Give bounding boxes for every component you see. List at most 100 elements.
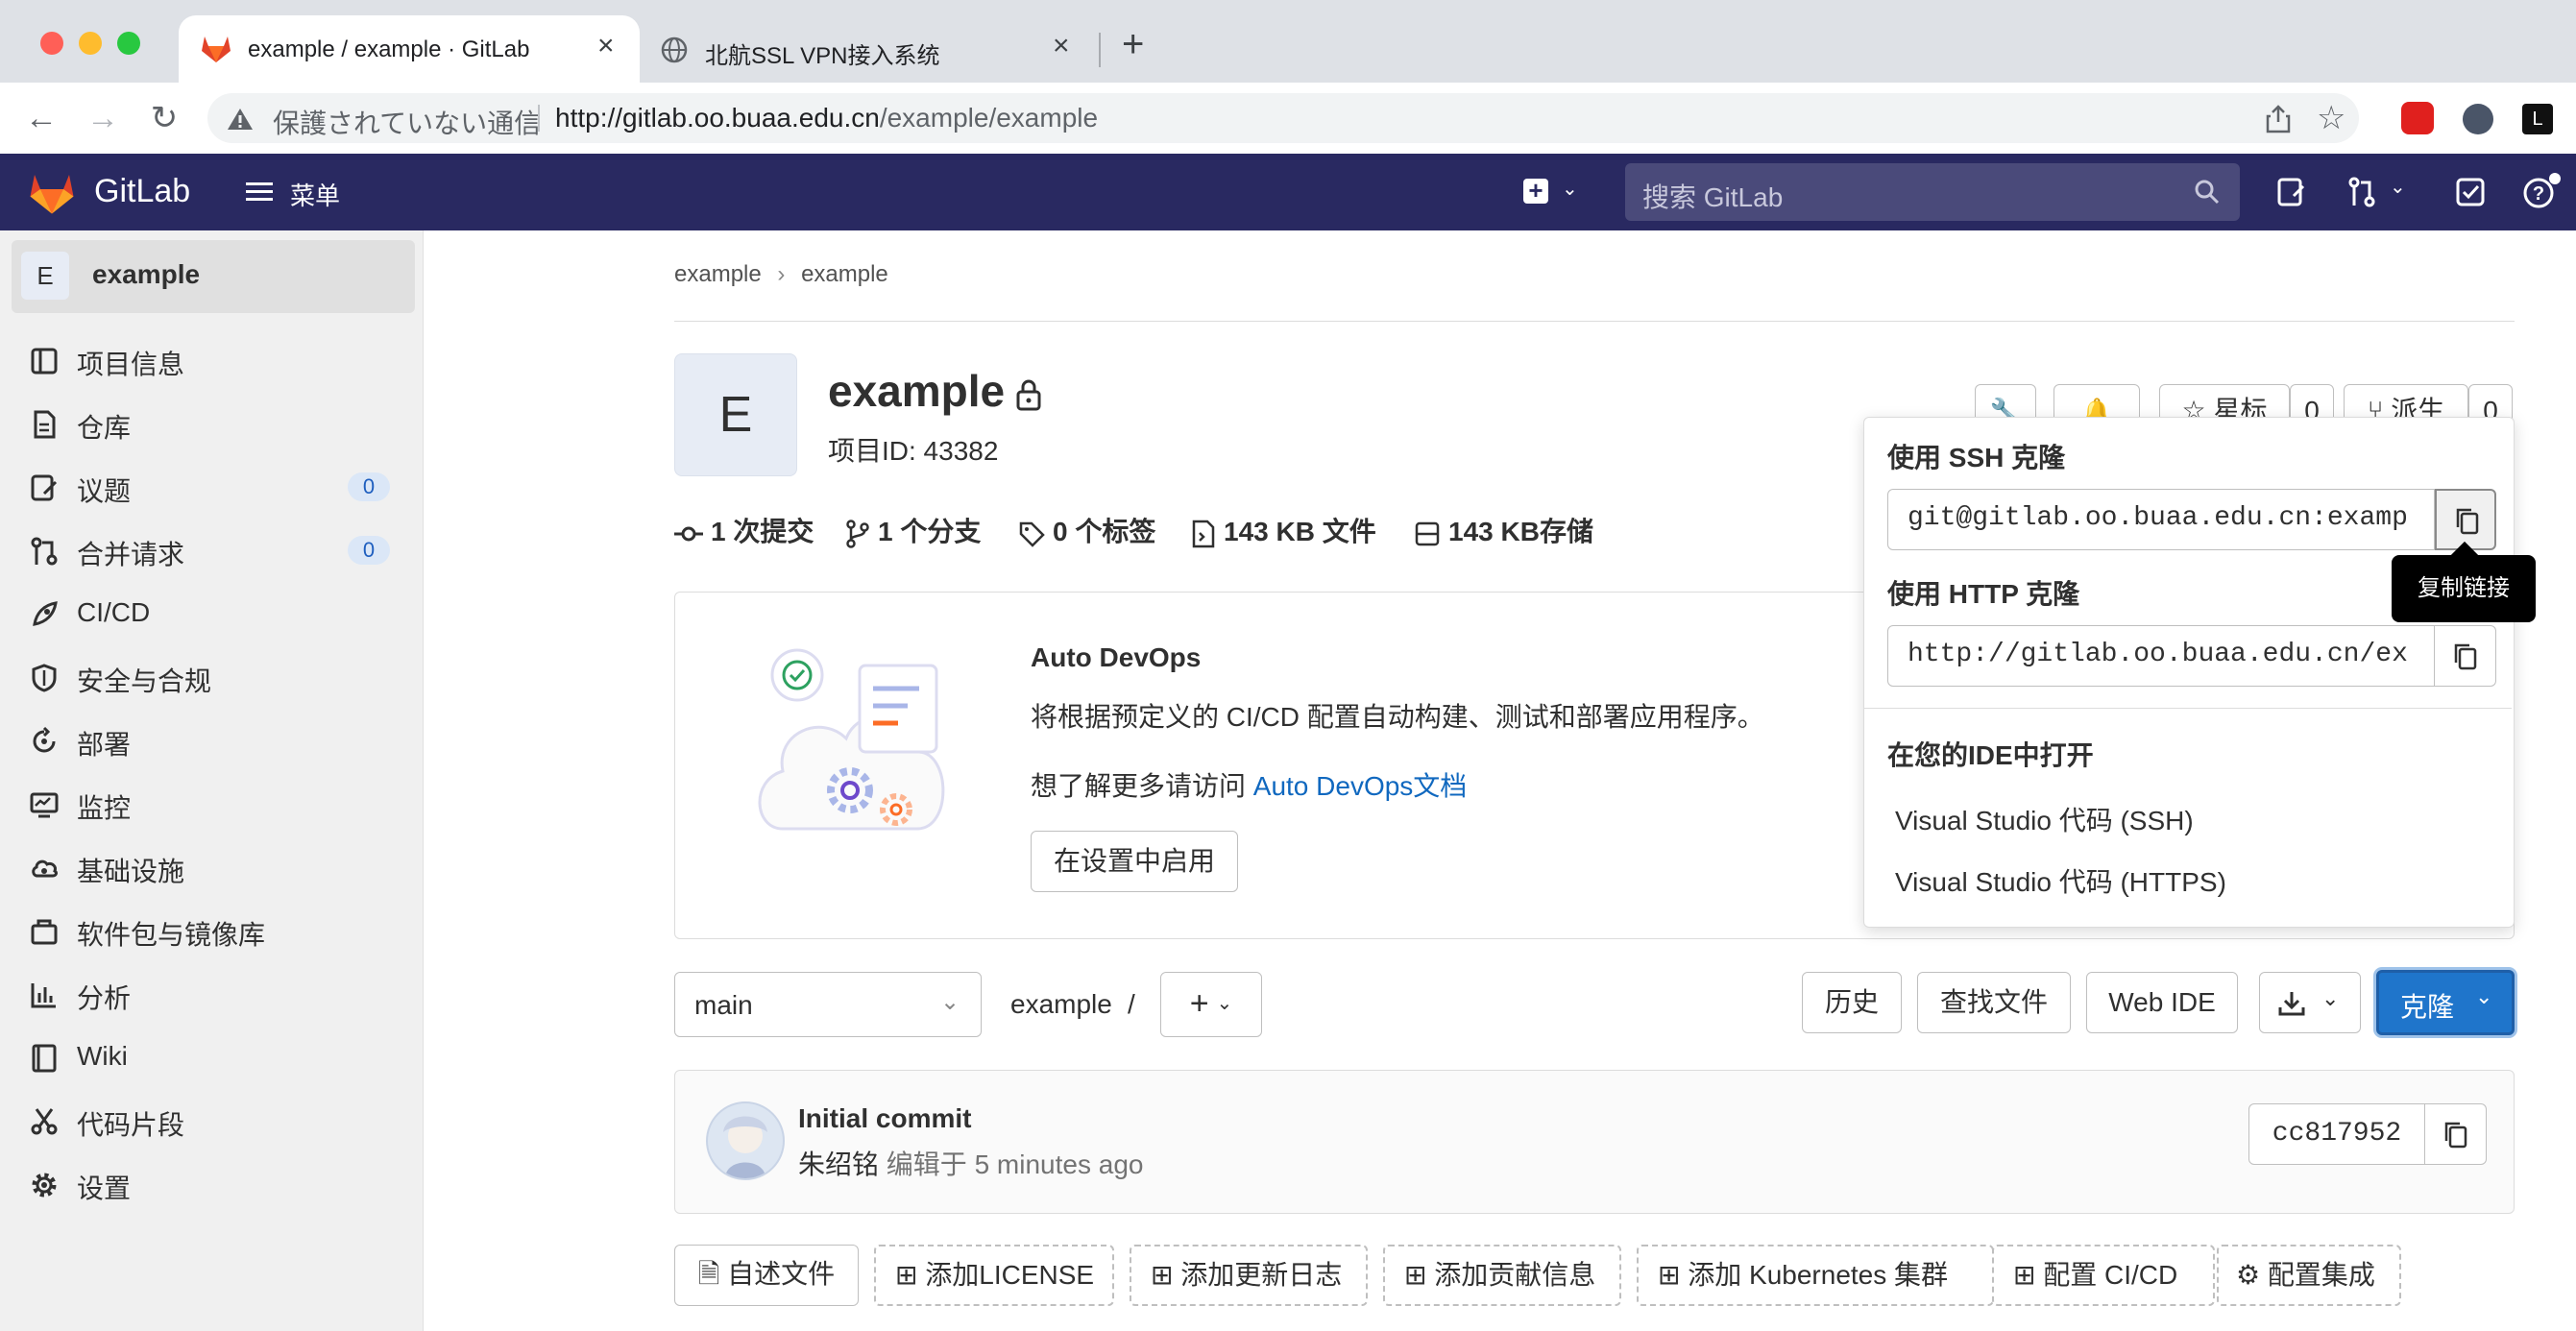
plus-square-icon: ⊞	[1404, 1260, 1427, 1290]
menu-label: 菜单	[290, 182, 341, 210]
breadcrumb-project[interactable]: example	[801, 261, 888, 287]
sidebar-project-header[interactable]: E example	[12, 240, 415, 313]
help-dropdown[interactable]: ?	[2522, 173, 2576, 211]
breadcrumb-group[interactable]: example	[674, 261, 762, 287]
avatar-illustration	[723, 1116, 767, 1178]
sidebar-item-analytics[interactable]: 分析	[0, 964, 423, 1024]
branches-stat[interactable]: 1 个分支	[845, 511, 981, 549]
copy-http-url-button[interactable]	[2435, 625, 2496, 687]
extension-adblock-icon[interactable]	[2401, 102, 2434, 134]
chart-icon	[31, 983, 56, 1008]
share-icon[interactable]	[2265, 105, 2292, 133]
reload-icon[interactable]: ↻	[142, 96, 186, 140]
window-zoom-button[interactable]	[117, 32, 140, 55]
forward-arrow-icon[interactable]: →	[81, 96, 125, 140]
ssh-clone-url-input[interactable]: git@gitlab.oo.buaa.edu.cn:examp	[1887, 489, 2435, 550]
copy-ssh-url-button[interactable]	[2435, 489, 2496, 550]
project-id: 项目ID: 43382	[828, 436, 999, 466]
tab-vpn[interactable]: 北航SSL VPN接入系统 ×	[649, 15, 1099, 83]
create-new-dropdown[interactable]: + ⌄	[1523, 173, 1587, 211]
commit-sha[interactable]: cc817952	[2248, 1103, 2425, 1165]
sidebar-item-snippets[interactable]: 代码片段	[0, 1091, 423, 1150]
window-close-button[interactable]	[40, 32, 63, 55]
new-tab-button[interactable]: +	[1122, 23, 1144, 65]
sidebar-item-repository[interactable]: 仓库	[0, 394, 423, 453]
commits-count: 1 次提交	[711, 517, 814, 546]
breadcrumb: example › example	[674, 261, 888, 288]
commit-title[interactable]: Initial commit	[798, 1103, 971, 1134]
sidebar-item-security[interactable]: 安全与合规	[0, 647, 423, 707]
todo-checkbox-icon[interactable]	[2455, 177, 2486, 207]
gitlab-brand[interactable]: GitLab	[94, 173, 190, 210]
enable-in-settings-button[interactable]: 在设置中启用	[1031, 831, 1238, 892]
configure-integrations-button[interactable]: ⚙ 配置集成	[2217, 1245, 2401, 1306]
sidebar-item-project-info[interactable]: 项目信息	[0, 330, 423, 390]
sidebar-item-monitor[interactable]: 监控	[0, 774, 423, 834]
commits-stat[interactable]: 1 次提交	[674, 511, 814, 549]
author-avatar[interactable]	[706, 1101, 785, 1180]
web-ide-button[interactable]: Web IDE	[2086, 972, 2238, 1033]
tab-close-icon[interactable]: ×	[597, 29, 615, 63]
add-contributing-button[interactable]: ⊞ 添加贡献信息	[1383, 1245, 1621, 1306]
branch-select[interactable]: main ⌄	[674, 972, 982, 1037]
download-dropdown[interactable]: ⌄	[2259, 972, 2361, 1033]
files-stat[interactable]: 143 KB 文件	[1191, 511, 1376, 549]
plus-square-icon: ⊞	[1151, 1260, 1174, 1290]
sidebar-item-label: 代码片段	[77, 1110, 185, 1140]
tag-icon	[1019, 521, 1045, 547]
extension-l-icon[interactable]: L	[2522, 104, 2553, 134]
open-vscode-https-item[interactable]: Visual Studio 代码 (HTTPS)	[1895, 861, 2226, 900]
sidebar-item-wiki[interactable]: Wiki	[0, 1028, 423, 1087]
address-bar[interactable]: 保護されていない通信 http://gitlab.oo.buaa.edu.cn/…	[207, 93, 2359, 143]
tags-stat[interactable]: 0 个标签	[1018, 511, 1155, 549]
browser-tab-bar: example / example · GitLab × 北航SSL VPN接入…	[0, 0, 2576, 83]
sidebar-item-merge-requests[interactable]: 合并请求 0	[0, 520, 423, 580]
history-button[interactable]: 历史	[1802, 972, 1902, 1033]
branches-count: 1 个分支	[878, 517, 982, 546]
sidebar-item-settings[interactable]: 设置	[0, 1154, 423, 1214]
chevron-down-icon: ⌄	[940, 989, 960, 1015]
add-license-button[interactable]: ⊞ 添加LICENSE	[874, 1245, 1114, 1306]
storage-stat[interactable]: 143 KB存储	[1414, 511, 1593, 549]
back-arrow-icon[interactable]: ←	[19, 96, 63, 140]
merge-requests-nav-dropdown[interactable]: ⌄	[2347, 175, 2415, 209]
sidebar-item-label: Wiki	[77, 1041, 128, 1071]
add-license-label: 添加LICENSE	[925, 1260, 1095, 1290]
issues-nav-icon[interactable]	[2276, 177, 2307, 207]
http-clone-url-input[interactable]: http://gitlab.oo.buaa.edu.cn/ex	[1887, 625, 2435, 687]
add-kubernetes-button[interactable]: ⊞ 添加 Kubernetes 集群	[1637, 1245, 1994, 1306]
commit-author[interactable]: 朱绍铭	[798, 1150, 879, 1179]
devops-description: 将根据预定义的 CI/CD 配置自动构建、测试和部署应用程序。	[1031, 702, 1764, 732]
devops-learn-more: 想了解更多请访问 Auto DevOps文档	[1031, 765, 1467, 804]
tab-close-icon[interactable]: ×	[1053, 29, 1070, 63]
sidebar-item-deployments[interactable]: 部署	[0, 711, 423, 770]
search-input[interactable]: 搜索 GitLab	[1625, 163, 2240, 221]
globe-icon	[661, 36, 688, 63]
issues-count-badge: 0	[348, 472, 390, 501]
repo-path-root[interactable]: example	[1010, 989, 1112, 1020]
merge-request-icon	[2348, 177, 2375, 207]
copy-icon	[2454, 643, 2477, 670]
window-minimize-button[interactable]	[79, 32, 102, 55]
sidebar-item-cicd[interactable]: CI/CD	[0, 584, 423, 643]
plus-square-icon: ⊞	[1658, 1260, 1681, 1290]
tab-gitlab-example[interactable]: example / example · GitLab ×	[179, 15, 640, 83]
add-to-tree-dropdown[interactable]: + ⌄	[1160, 972, 1262, 1037]
browser-toolbar: ← → ↻ 保護されていない通信 http://gitlab.oo.buaa.e…	[0, 83, 2576, 155]
devops-docs-link[interactable]: Auto DevOps文档	[1253, 771, 1468, 801]
copy-sha-button[interactable]	[2425, 1103, 2487, 1165]
add-changelog-button[interactable]: ⊞ 添加更新日志	[1130, 1245, 1368, 1306]
url-host: http://gitlab.oo.buaa.edu.cn	[555, 103, 880, 133]
configure-cicd-button[interactable]: ⊞ 配置 CI/CD	[1992, 1245, 2215, 1306]
sidebar-item-issues[interactable]: 议题 0	[0, 457, 423, 517]
bookmark-star-icon[interactable]: ☆	[2317, 99, 2345, 137]
extension-cursor-icon[interactable]	[2463, 104, 2493, 134]
find-file-button[interactable]: 查找文件	[1917, 972, 2071, 1033]
open-vscode-ssh-item[interactable]: Visual Studio 代码 (SSH)	[1895, 800, 2194, 838]
sidebar-item-packages[interactable]: 软件包与镜像库	[0, 901, 423, 960]
clone-dropdown-button[interactable]: 克隆 ⌄	[2376, 970, 2515, 1035]
url-text[interactable]: http://gitlab.oo.buaa.edu.cn/example/exa…	[555, 103, 1098, 133]
gitlab-logo-icon[interactable]	[27, 169, 77, 215]
readme-button[interactable]: 🗎 自述文件	[674, 1245, 859, 1306]
sidebar-item-infrastructure[interactable]: 基础设施	[0, 837, 423, 897]
